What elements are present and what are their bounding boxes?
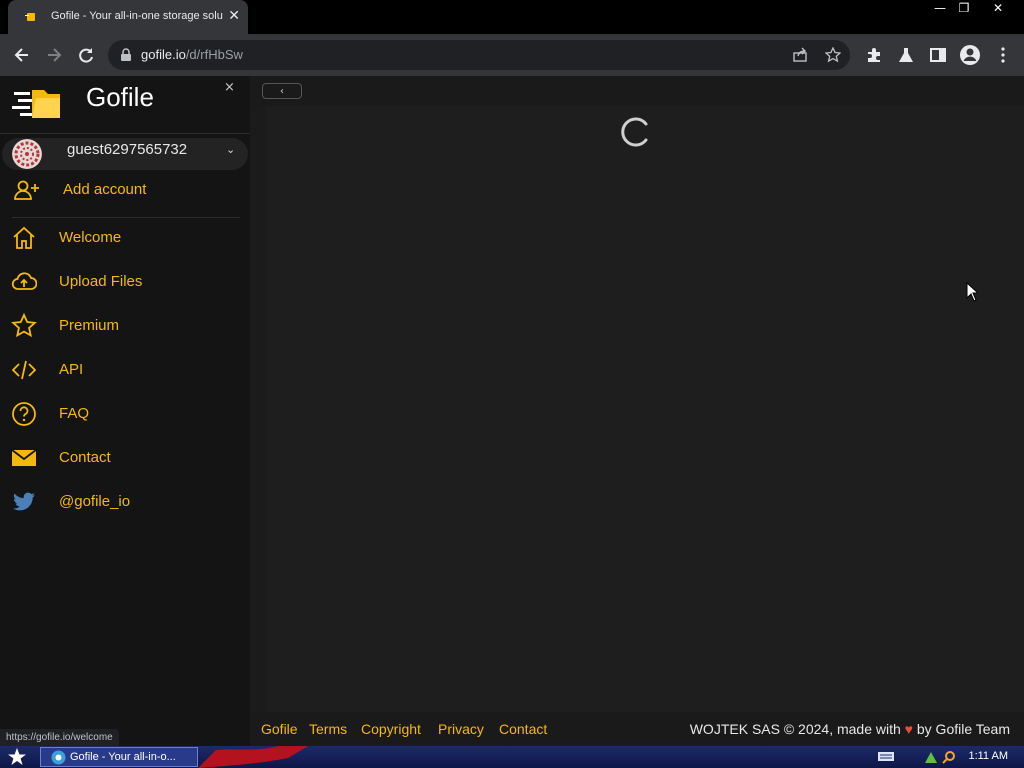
divider [0,133,250,134]
footer-link-privacy[interactable]: Privacy [438,721,484,737]
code-icon [11,360,37,380]
sidebar-item-label: @gofile_io [59,493,131,510]
taskbar-clock: 1:11 AM [968,750,1008,762]
sidebar-item-faq[interactable]: FAQ [0,397,250,433]
profile-icon[interactable] [959,44,981,66]
gofile-logo-icon[interactable] [12,82,64,122]
home-icon [13,226,35,249]
account-name: guest6297565732 [67,141,188,158]
twitter-icon [13,492,35,511]
bookmark-star-icon[interactable] [825,47,841,63]
footer-link-gofile[interactable]: Gofile [261,721,298,737]
sidebar-item-label: Welcome [59,229,122,246]
taskbar-window-label: Gofile - Your all-in-o... [70,751,176,763]
keyboard-icon[interactable] [878,750,894,762]
sidebar-item-label: FAQ [59,405,90,422]
sidebar-item-api[interactable]: API [0,353,250,389]
browser-toolbar: gofile.io/d/rfHbSw [0,34,1024,76]
main-content: ‹ Gofile Terms Copyright Privacy Contact… [250,76,1024,746]
sidebar-item-label: Premium [59,317,120,334]
sidebar-item-twitter[interactable]: @gofile_io [0,485,250,521]
link-status-bubble: https://gofile.io/welcome [0,729,119,746]
minimize-button[interactable]: — [929,0,951,18]
star-icon [11,313,37,338]
add-account-button[interactable]: Add account [0,176,250,204]
forward-icon[interactable] [44,45,64,65]
sidebar-toggle-button[interactable]: ‹ [262,83,302,99]
heart-icon: ♥ [904,721,913,737]
gutter [250,106,266,712]
sidebar-item-label: API [59,361,84,378]
browser-menu-icon[interactable] [993,45,1013,65]
window-close-button[interactable]: ✕ [987,0,1009,18]
sidebar-item-label: Upload Files [59,273,143,290]
brand-title[interactable]: Gofile [86,82,154,113]
start-menu-icon[interactable] [6,747,28,767]
search-icon[interactable] [942,750,956,764]
sidebar-close-icon[interactable]: × [224,80,235,95]
taskbar-decoration [198,746,308,768]
divider [12,217,240,218]
taskbar: Gofile - Your all-in-o... 1:11 AM [0,746,1024,768]
footer-link-copyright[interactable]: Copyright [361,721,421,737]
sidebar: Gofile × guest6297565732 ⌄ Add account W… [0,76,250,746]
cloud-upload-icon [11,272,37,290]
address-bar[interactable]: gofile.io/d/rfHbSw [108,40,850,70]
add-account-label: Add account [63,181,147,198]
copyright-text: WOJTEK SAS © 2024, made with ♥ by Gofile… [689,721,1010,737]
tab-strip: Gofile - Your all-in-one storage solutio… [0,0,1024,34]
main-top-bar: ‹ [250,76,1024,106]
tab-title: Gofile - Your all-in-one storage solutio… [51,10,223,22]
sidebar-item-welcome[interactable]: Welcome [0,221,250,257]
network-icon[interactable] [924,750,938,764]
url-text: gofile.io/d/rfHbSw [141,47,243,62]
sidebar-item-upload-files[interactable]: Upload Files [0,265,250,301]
footer-link-terms[interactable]: Terms [309,721,347,737]
loading-spinner-icon [621,117,648,147]
envelope-icon [11,449,37,466]
reload-icon[interactable] [76,45,96,65]
browser-app-icon [51,750,66,765]
mouse-cursor-icon [966,282,978,302]
add-user-icon [14,180,39,200]
chevron-down-icon[interactable]: ⌄ [226,143,235,156]
sidebar-item-contact[interactable]: Contact [0,441,250,477]
account-selector[interactable]: guest6297565732 ⌄ [2,138,248,170]
tab-close-icon[interactable]: ✕ [228,7,240,25]
share-icon[interactable] [792,47,808,63]
question-icon [12,402,36,426]
restore-button[interactable]: ❐ [953,0,975,18]
avatar [12,139,42,169]
footer-link-contact[interactable]: Contact [499,721,547,737]
lock-icon[interactable] [120,48,132,62]
browser-tab[interactable]: Gofile - Your all-in-one storage solutio… [8,0,248,34]
extensions-icon[interactable] [864,45,884,65]
sidebar-item-premium[interactable]: Premium [0,309,250,345]
footer: Gofile Terms Copyright Privacy Contact W… [250,712,1024,746]
labs-flask-icon[interactable] [896,45,916,65]
taskbar-window-button[interactable]: Gofile - Your all-in-o... [40,747,198,767]
gofile-favicon-icon [25,13,35,21]
sidebar-item-label: Contact [59,449,111,466]
side-panel-icon[interactable] [928,45,948,65]
back-icon[interactable] [12,45,32,65]
